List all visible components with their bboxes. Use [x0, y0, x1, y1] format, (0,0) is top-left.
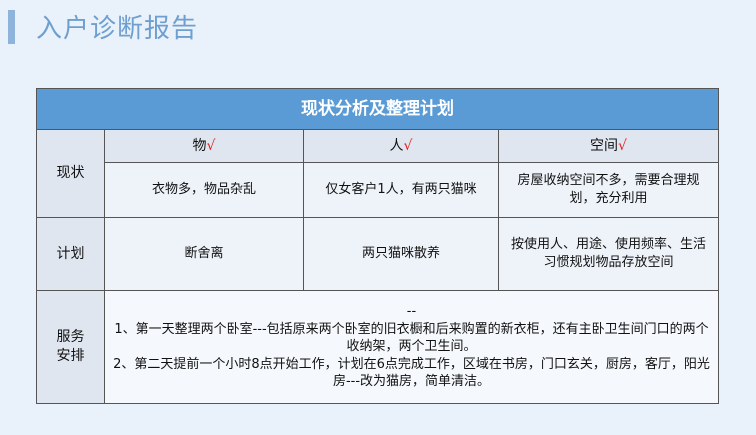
column-label: 空间: [590, 137, 619, 154]
column-header-people: 人√: [303, 129, 499, 163]
column-label: 人: [389, 137, 404, 154]
analysis-table: 现状分析及整理计划 现状 物√ 人√ 空间√ 衣物多，物品杂乱 仅女客户1人，有…: [36, 88, 719, 404]
check-mark: √: [206, 137, 216, 154]
status-cell-things: 衣物多，物品杂乱: [104, 162, 304, 218]
plan-cell-space: 按使用人、用途、使用频率、生活习惯规划物品存放空间: [498, 217, 719, 291]
service-line: 1、第一天整理两个卧室---包括原来两个卧室的旧衣橱和后来购置的新衣柜，还有主卧…: [114, 321, 709, 355]
plan-cell-people: 两只猫咪散养: [303, 217, 499, 291]
row-label-line: 服务: [56, 329, 85, 346]
service-line: --: [406, 304, 417, 320]
column-header-things: 物√: [104, 129, 304, 163]
column-label: 物: [192, 137, 207, 154]
service-line: 2、第二天提前一个小时8点开始工作，计划在6点完成工作，区域在书房，门口玄关，厨…: [113, 356, 710, 390]
check-mark: √: [618, 137, 627, 154]
service-arrangement-text: -- 1、第一天整理两个卧室---包括原来两个卧室的旧衣橱和后来购置的新衣柜，还…: [104, 290, 719, 404]
page-title: 入户诊断报告: [36, 14, 199, 44]
row-label-plan: 计划: [36, 217, 105, 291]
column-header-space: 空间√: [498, 129, 719, 163]
row-label-service: 服务 安排: [36, 290, 105, 404]
title-accent-bar: [8, 10, 15, 44]
table-header: 现状分析及整理计划: [36, 88, 719, 130]
row-label-line: 安排: [56, 348, 85, 364]
status-cell-space: 房屋收纳空间不多，需要合理规划，充分利用: [498, 162, 719, 218]
status-cell-people: 仅女客户1人，有两只猫咪: [303, 162, 499, 218]
row-label-status: 现状: [36, 129, 105, 218]
plan-cell-things: 断舍离: [104, 217, 304, 291]
check-mark: √: [403, 137, 413, 154]
